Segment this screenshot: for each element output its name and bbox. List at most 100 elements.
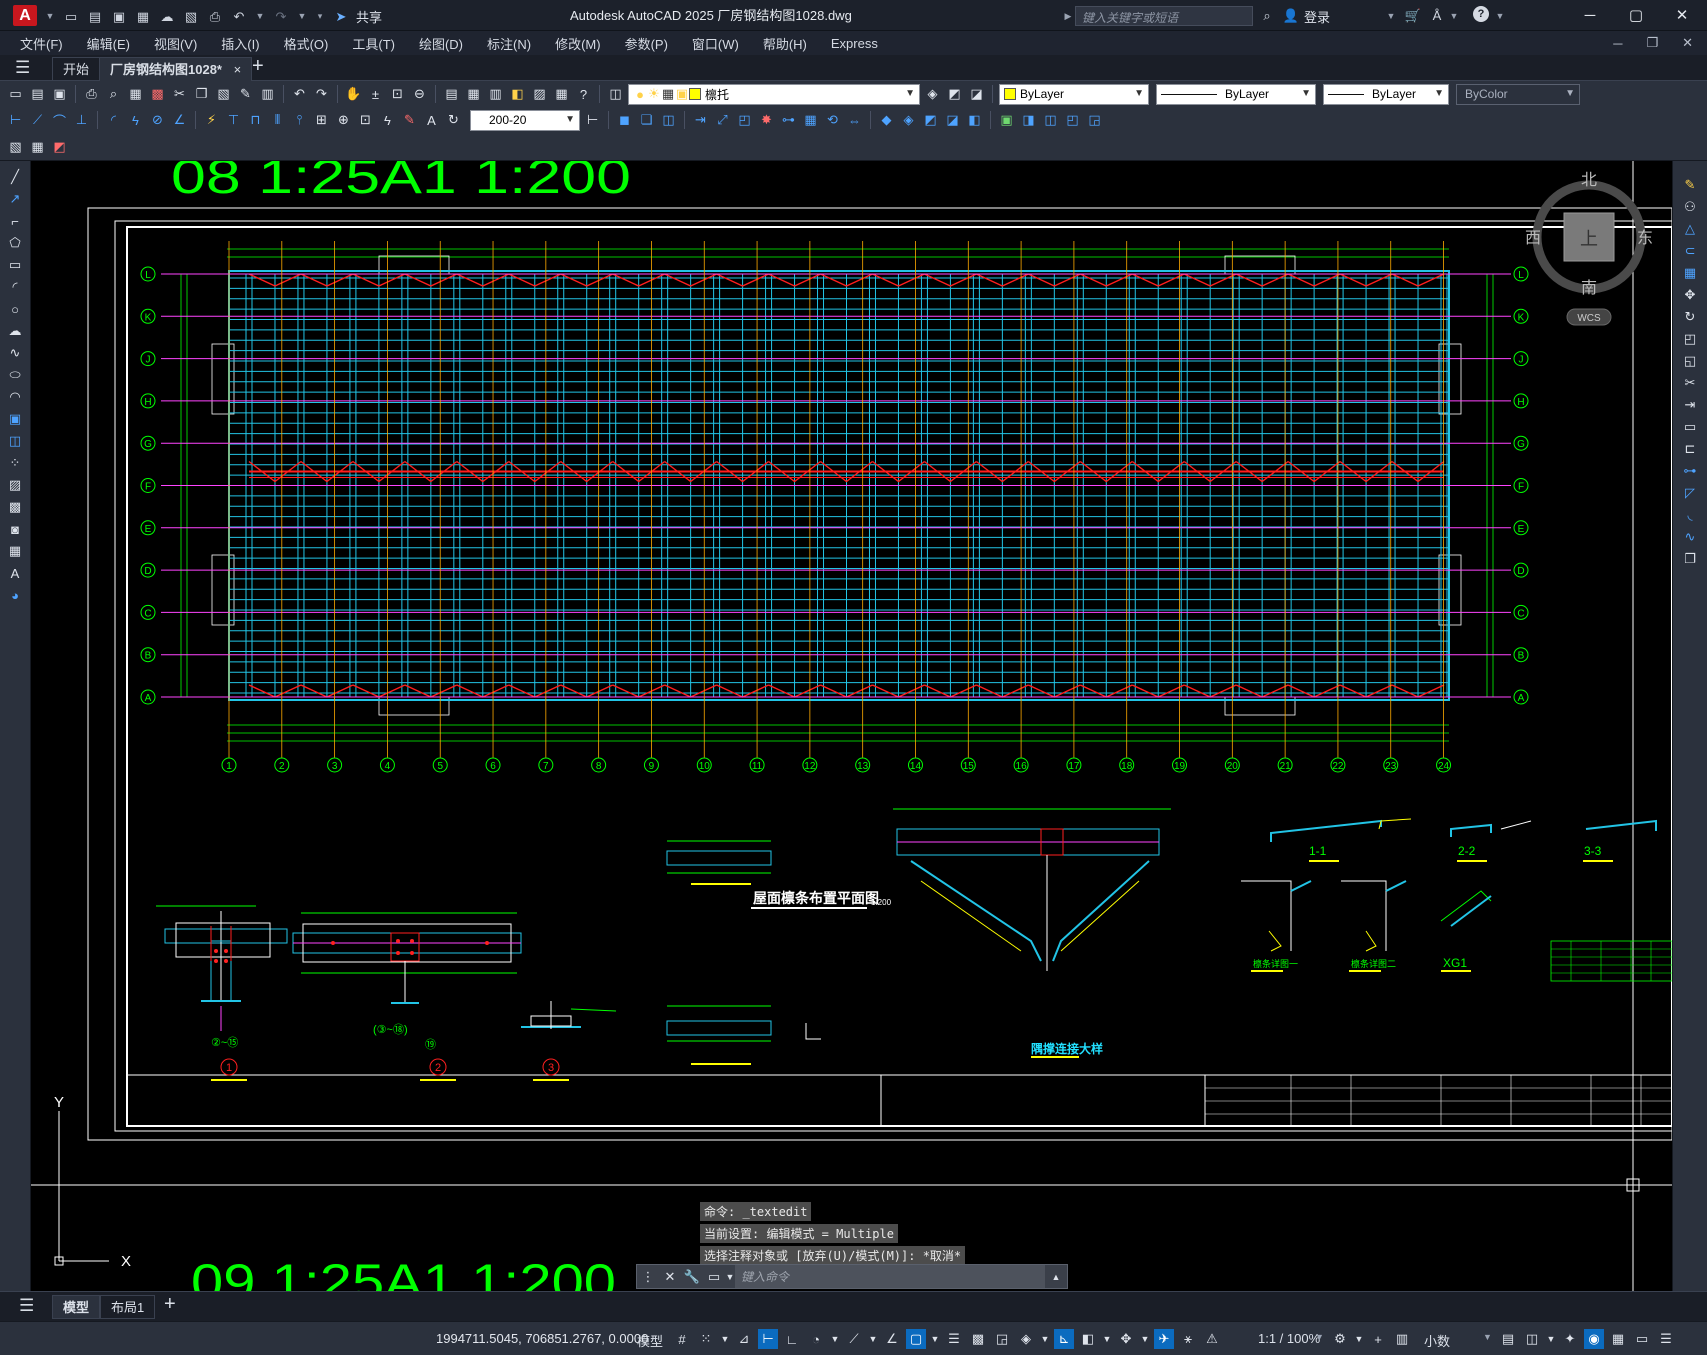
menu-tools[interactable]: 工具(T) (340, 34, 407, 53)
save-as-icon[interactable]: ▦ (134, 7, 152, 25)
open-file-icon[interactable]: ▤ (86, 7, 104, 25)
properties-icon[interactable]: ▤ (442, 85, 461, 104)
calculator-icon[interactable]: ▦ (552, 85, 571, 104)
viewcube-north[interactable]: 北 (1581, 171, 1597, 189)
jogged-dim-icon[interactable]: ϟ (126, 111, 145, 130)
fillet-icon[interactable]: ◟ (1680, 505, 1700, 525)
annotation-visibility-icon[interactable]: ✈ (1154, 1329, 1174, 1349)
layer-properties-icon[interactable]: ◫ (606, 85, 625, 104)
menu-express[interactable]: Express (819, 36, 890, 51)
join-icon[interactable]: ⊶ (779, 111, 798, 130)
diameter-dim-icon[interactable]: ⊘ (148, 111, 167, 130)
polar-icon[interactable]: ◔ (806, 1329, 826, 1349)
dim-text-edit-icon[interactable]: A (422, 111, 441, 130)
lineweight-icon[interactable]: ☰ (944, 1329, 964, 1349)
command-recent-icon[interactable]: ▭ (703, 1266, 725, 1288)
revolve-icon[interactable]: ◈ (899, 111, 918, 130)
command-recent-dropdown-icon[interactable]: ▼ (725, 1266, 735, 1288)
workspace-dropdown-icon[interactable]: ▼ (1354, 1329, 1364, 1349)
viewcube-east[interactable]: 东 (1637, 229, 1653, 247)
union-icon[interactable]: ◧ (965, 111, 984, 130)
menu-edit[interactable]: 编辑(E) (75, 34, 142, 53)
dim-style-manager-icon[interactable]: ⊢ (583, 111, 602, 130)
viewcube-south[interactable]: 南 (1581, 279, 1597, 297)
autodesk-account-icon[interactable]: Å (1428, 6, 1446, 24)
tab-layout1[interactable]: 布局1 (100, 1295, 156, 1319)
isodraft-icon[interactable]: ⟋ (844, 1329, 864, 1349)
publish-icon[interactable]: ▦ (126, 85, 145, 104)
tool-palettes-icon[interactable]: ▥ (486, 85, 505, 104)
extrude-icon[interactable]: ◆ (877, 111, 896, 130)
linetype-dropdown[interactable]: ByLayer ▼ (1156, 83, 1316, 105)
ellipse-arc-icon[interactable]: ◠ (5, 387, 25, 407)
zoom-realtime-icon[interactable]: ± (366, 85, 385, 104)
user-icon[interactable]: 👤 (1282, 6, 1300, 24)
undo-icon[interactable]: ↶ (230, 7, 248, 25)
transparency-icon[interactable]: ▩ (968, 1329, 988, 1349)
ellipse-icon[interactable]: ⬭ (5, 365, 25, 385)
new-tab-icon[interactable]: + (252, 55, 264, 78)
move-icon[interactable]: ✥ (1680, 285, 1700, 305)
hatch-icon[interactable]: ▨ (5, 475, 25, 495)
menu-draw[interactable]: 绘图(D) (407, 34, 475, 53)
search-expand-icon[interactable]: ▶ (1062, 7, 1074, 25)
layout-menu-icon[interactable]: ☰ (19, 1296, 34, 1316)
wcs-label[interactable]: WCS (1577, 313, 1601, 324)
help-search-input[interactable]: 键入关键字或短语 (1075, 6, 1253, 26)
login-dropdown-icon[interactable]: ▼ (1385, 7, 1397, 25)
explode-object-icon[interactable]: ❐ (1680, 549, 1700, 569)
make-current-layer-icon[interactable]: ◈ (923, 85, 942, 104)
dim-update-icon[interactable]: ↻ (444, 111, 463, 130)
annotation-monitor-icon[interactable]: + (1368, 1329, 1388, 1349)
units-dropdown-icon[interactable]: ▼ (1483, 1332, 1492, 1342)
radius-dim-icon[interactable]: ◜ (104, 111, 123, 130)
insert-block-left-icon[interactable]: ▣ (5, 409, 25, 429)
open-icon[interactable]: ▤ (28, 85, 47, 104)
command-close-icon[interactable]: ✕ (659, 1266, 681, 1288)
zoom-window-icon[interactable]: ⊡ (388, 85, 407, 104)
block-editor-icon[interactable]: ▥ (258, 85, 277, 104)
autocad-logo-icon[interactable]: A (13, 5, 37, 26)
ordinate-dim-icon[interactable]: ⊥ (72, 111, 91, 130)
mtext-icon[interactable]: A (5, 563, 25, 583)
close-icon[interactable]: ✕ (1659, 0, 1705, 31)
redo-tool-icon[interactable]: ↷ (312, 85, 331, 104)
create-block-icon[interactable]: ◨ (1019, 111, 1038, 130)
share-button-label[interactable]: 共享 (356, 7, 382, 26)
polyline-icon[interactable]: ⌐ (5, 211, 25, 231)
quick-dim-icon[interactable]: ⚡ (202, 111, 221, 130)
align-icon[interactable]: ⇔ (845, 111, 864, 130)
multileader-style-icon[interactable]: ◩ (50, 137, 69, 156)
customization-icon[interactable]: ☰ (1656, 1329, 1676, 1349)
dynamic-ucs-icon[interactable]: ⊾ (1054, 1329, 1074, 1349)
continue-dim-icon[interactable]: ⊓ (246, 111, 265, 130)
tab-model[interactable]: 模型 (52, 1295, 101, 1319)
share-icon[interactable]: ➤ (332, 7, 350, 25)
zoom-previous-icon[interactable]: ⊖ (410, 85, 429, 104)
osnap-dropdown-icon[interactable]: ▼ (930, 1329, 940, 1349)
sweep-icon[interactable]: ◩ (921, 111, 940, 130)
menu-modify[interactable]: 修改(M) (543, 34, 613, 53)
workspace-gear-icon[interactable]: ⚙ (1330, 1329, 1350, 1349)
attribute-icon[interactable]: ◫ (1041, 111, 1060, 130)
cut-icon[interactable]: ✂ (170, 85, 189, 104)
units-icon[interactable]: ▥ (1392, 1329, 1412, 1349)
center-mark-icon[interactable]: ⊕ (334, 111, 353, 130)
dim-break-icon[interactable]: ⫯ (290, 111, 309, 130)
break-at-point-icon[interactable]: ▭ (1680, 417, 1700, 437)
save-tool-icon[interactable]: ▣ (50, 85, 69, 104)
table-style-icon[interactable]: ▦ (28, 137, 47, 156)
dim-style-dropdown[interactable]: 200-20 ▼ (470, 109, 580, 131)
layer-states-icon[interactable]: ◪ (967, 85, 986, 104)
drawing-canvas[interactable]: 08 1:25A1 1:200 LLKKJJHHGGFFEEDDCCBBAA12… (31, 161, 1672, 1291)
undo-dropdown-icon[interactable]: ▼ (254, 7, 266, 25)
menu-insert[interactable]: 插入(I) (209, 34, 271, 53)
xref-icon[interactable]: ◰ (1063, 111, 1082, 130)
menu-help[interactable]: 帮助(H) (751, 34, 819, 53)
cloud-save-icon[interactable]: ▧ (182, 7, 200, 25)
menu-dimension[interactable]: 标注(N) (475, 34, 543, 53)
3d-print-icon[interactable]: ▩ (148, 85, 167, 104)
auto-scale-icon[interactable]: ⚹ (1178, 1329, 1198, 1349)
clean-screen-icon[interactable]: ▭ (1632, 1329, 1652, 1349)
new-file-icon[interactable]: ▭ (62, 7, 80, 25)
